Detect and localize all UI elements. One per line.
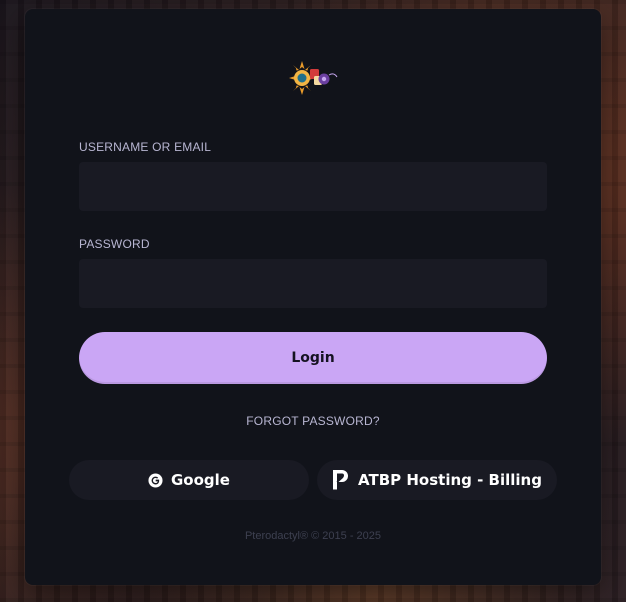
billing-label: ATBP Hosting - Billing bbox=[358, 471, 542, 489]
username-input[interactable] bbox=[79, 162, 547, 211]
google-icon bbox=[148, 472, 163, 488]
login-button[interactable]: Login bbox=[79, 332, 547, 384]
login-card: USERNAME OR EMAIL PASSWORD Login FORGOT … bbox=[25, 9, 601, 585]
google-label: Google bbox=[171, 471, 230, 489]
password-label: PASSWORD bbox=[79, 237, 150, 251]
logo bbox=[289, 61, 338, 95]
password-input[interactable] bbox=[79, 259, 547, 308]
paymenter-icon bbox=[332, 469, 350, 491]
billing-login-button[interactable]: ATBP Hosting - Billing bbox=[317, 460, 557, 500]
forgot-password-link[interactable]: FORGOT PASSWORD? bbox=[25, 414, 601, 428]
google-login-button[interactable]: Google bbox=[69, 460, 309, 500]
username-label: USERNAME OR EMAIL bbox=[79, 140, 212, 154]
footer-copyright: Pterodactyl® © 2015 - 2025 bbox=[244, 530, 382, 542]
